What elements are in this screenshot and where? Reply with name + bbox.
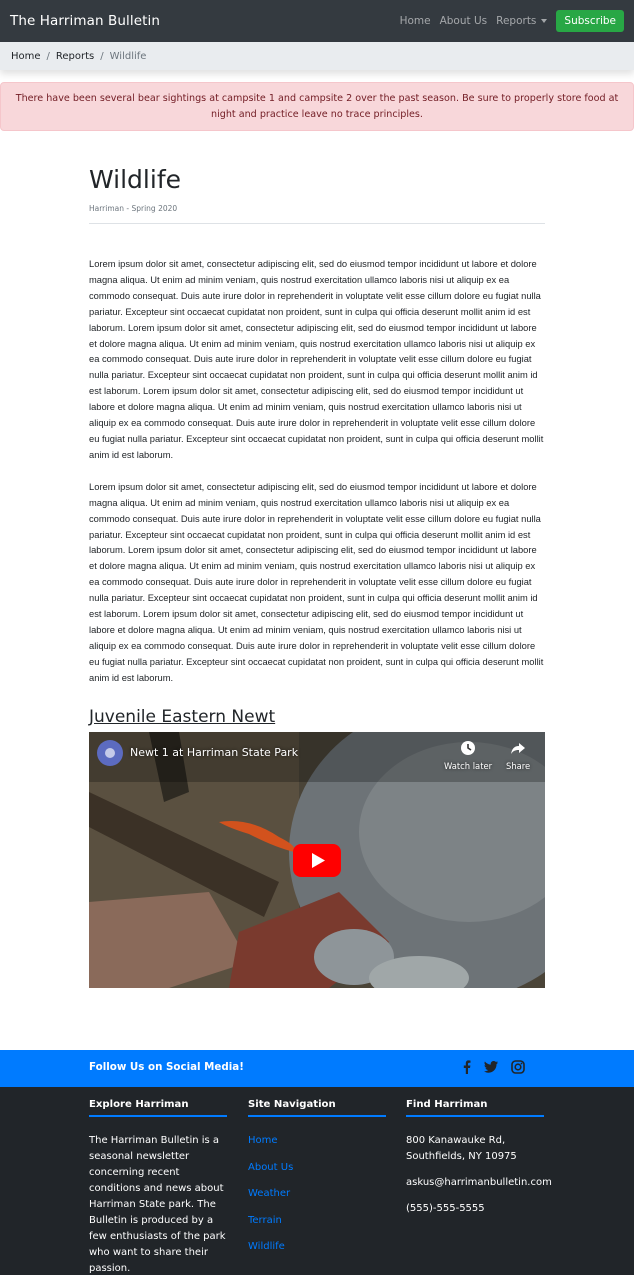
- nav-reports-dropdown[interactable]: Reports: [496, 15, 548, 27]
- video-title[interactable]: Newt 1 at Harriman State Park: [130, 746, 298, 759]
- social-heading: Follow Us on Social Media!: [89, 1061, 244, 1073]
- share-button[interactable]: Share: [506, 740, 530, 771]
- footer-find-heading: Find Harriman: [406, 1099, 544, 1117]
- bear-alert: There have been several bear sightings a…: [0, 82, 634, 131]
- nav-reports-label: Reports: [496, 15, 537, 27]
- footer: Explore Harriman The Harriman Bulletin i…: [0, 1087, 634, 1275]
- footer-explore-heading: Explore Harriman: [89, 1099, 227, 1117]
- footer-find: Find Harriman 800 Kanawauke Rd, Southfie…: [406, 1099, 552, 1217]
- footer-nav-list: Home About Us Weather Terrain Wildlife: [248, 1133, 386, 1255]
- article-subtitle: Harriman - Spring 2020: [89, 204, 178, 213]
- breadcrumb-home-link[interactable]: Home: [11, 51, 41, 62]
- section-title: Juvenile Eastern Newt: [89, 706, 276, 727]
- breadcrumb-reports-link[interactable]: Reports: [56, 51, 94, 62]
- subscribe-button[interactable]: Subscribe: [556, 10, 624, 32]
- video-player[interactable]: Newt 1 at Harriman State Park Watch late…: [89, 731, 545, 988]
- footer-phone: (555)-555-5555: [406, 1203, 485, 1214]
- footer-explore: Explore Harriman The Harriman Bulletin i…: [89, 1099, 227, 1275]
- article-paragraph: Lorem ipsum dolor sit amet, consectetur …: [89, 259, 544, 460]
- navbar: The Harriman Bulletin Home About Us Repo…: [0, 0, 634, 42]
- instagram-icon[interactable]: [511, 1060, 525, 1074]
- footer-site-nav: Site Navigation Home About Us Weather Te…: [248, 1099, 386, 1266]
- alert-text: There have been several bear sightings a…: [15, 92, 619, 120]
- twitter-icon[interactable]: [484, 1061, 498, 1073]
- brand-link[interactable]: The Harriman Bulletin: [10, 13, 160, 29]
- channel-avatar[interactable]: [97, 739, 123, 766]
- footer-site-nav-heading: Site Navigation: [248, 1099, 386, 1117]
- clock-icon: [461, 740, 476, 755]
- footer-link-about[interactable]: About Us: [248, 1160, 386, 1176]
- page-title: Wildlife: [89, 165, 182, 194]
- nav-about-link[interactable]: About Us: [440, 15, 488, 27]
- caret-down-icon: [541, 19, 548, 23]
- watch-later-button[interactable]: Watch later: [444, 740, 492, 771]
- footer-link-home[interactable]: Home: [248, 1133, 386, 1149]
- article: Wildlife Harriman - Spring 2020 Lorem ip…: [89, 160, 545, 988]
- breadcrumb-separator: /: [46, 50, 50, 62]
- social-icons: [463, 1060, 538, 1074]
- footer-link-weather[interactable]: Weather: [248, 1186, 386, 1202]
- divider: [89, 223, 545, 224]
- footer-explore-text: The Harriman Bulletin is a seasonal news…: [89, 1135, 226, 1274]
- social-bar: Follow Us on Social Media!: [0, 1050, 634, 1087]
- address-line1: 800 Kanawauke Rd,: [406, 1135, 506, 1146]
- watch-later-label: Watch later: [444, 760, 493, 771]
- address-line2: Southfields, NY 10975: [406, 1151, 517, 1162]
- nav-links: Home About Us Reports Subscribe: [391, 10, 624, 32]
- footer-link-terrain[interactable]: Terrain: [248, 1213, 386, 1229]
- breadcrumb-separator: /: [100, 50, 104, 62]
- share-label: Share: [506, 760, 531, 771]
- avatar-icon: [105, 747, 115, 758]
- footer-link-wildlife[interactable]: Wildlife: [248, 1239, 386, 1255]
- article-paragraph: Lorem ipsum dolor sit amet, consectetur …: [89, 481, 544, 683]
- play-icon[interactable]: [293, 843, 341, 877]
- share-icon: [511, 742, 526, 754]
- footer-email: askus@harrimanbulletin.com: [406, 1177, 552, 1188]
- facebook-icon[interactable]: [463, 1060, 471, 1074]
- nav-home-link[interactable]: Home: [400, 15, 431, 27]
- breadcrumb: Home / Reports / Wildlife: [0, 42, 634, 70]
- footer-address: 800 Kanawauke Rd, Southfields, NY 10975: [406, 1133, 544, 1165]
- breadcrumb-current: Wildlife: [109, 50, 147, 62]
